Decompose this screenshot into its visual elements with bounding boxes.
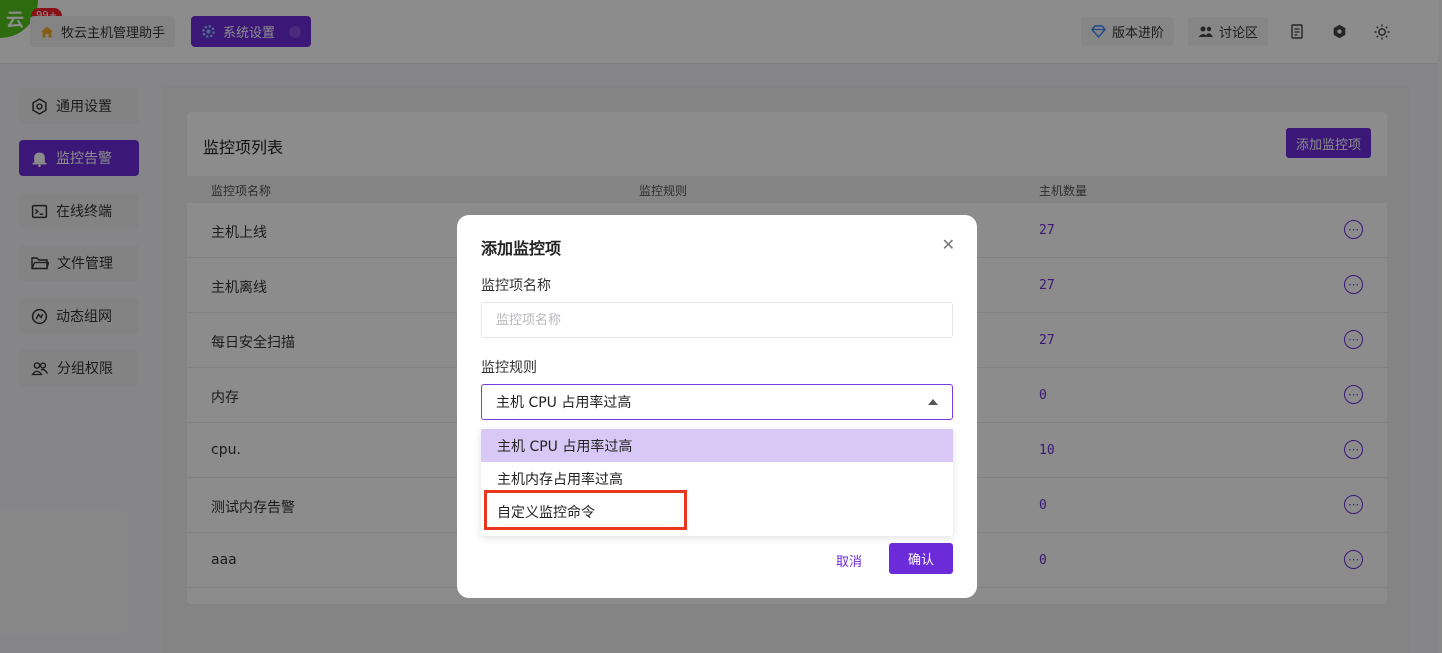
monitor-name-input[interactable] [481, 302, 953, 338]
close-icon[interactable]: ✕ [942, 235, 955, 254]
confirm-button[interactable]: 确认 [889, 543, 953, 574]
dialog-title: 添加监控项 [481, 239, 562, 258]
annotation-highlight-box [484, 490, 687, 530]
select-value: 主机 CPU 占用率过高 [496, 395, 632, 411]
option-cpu-usage-high[interactable]: 主机 CPU 占用率过高 [481, 429, 953, 462]
add-monitor-item-dialog: 添加监控项 ✕ 监控项名称 监控规则 主机 CPU 占用率过高 主机 CPU 占… [457, 215, 977, 598]
rule-field-label: 监控规则 [481, 360, 537, 376]
monitor-rule-select[interactable]: 主机 CPU 占用率过高 [481, 384, 953, 420]
caret-up-icon [928, 399, 938, 405]
name-field-label: 监控项名称 [481, 278, 551, 294]
cancel-button[interactable]: 取消 [836, 551, 862, 570]
window-scrollbar[interactable] [1438, 0, 1442, 653]
